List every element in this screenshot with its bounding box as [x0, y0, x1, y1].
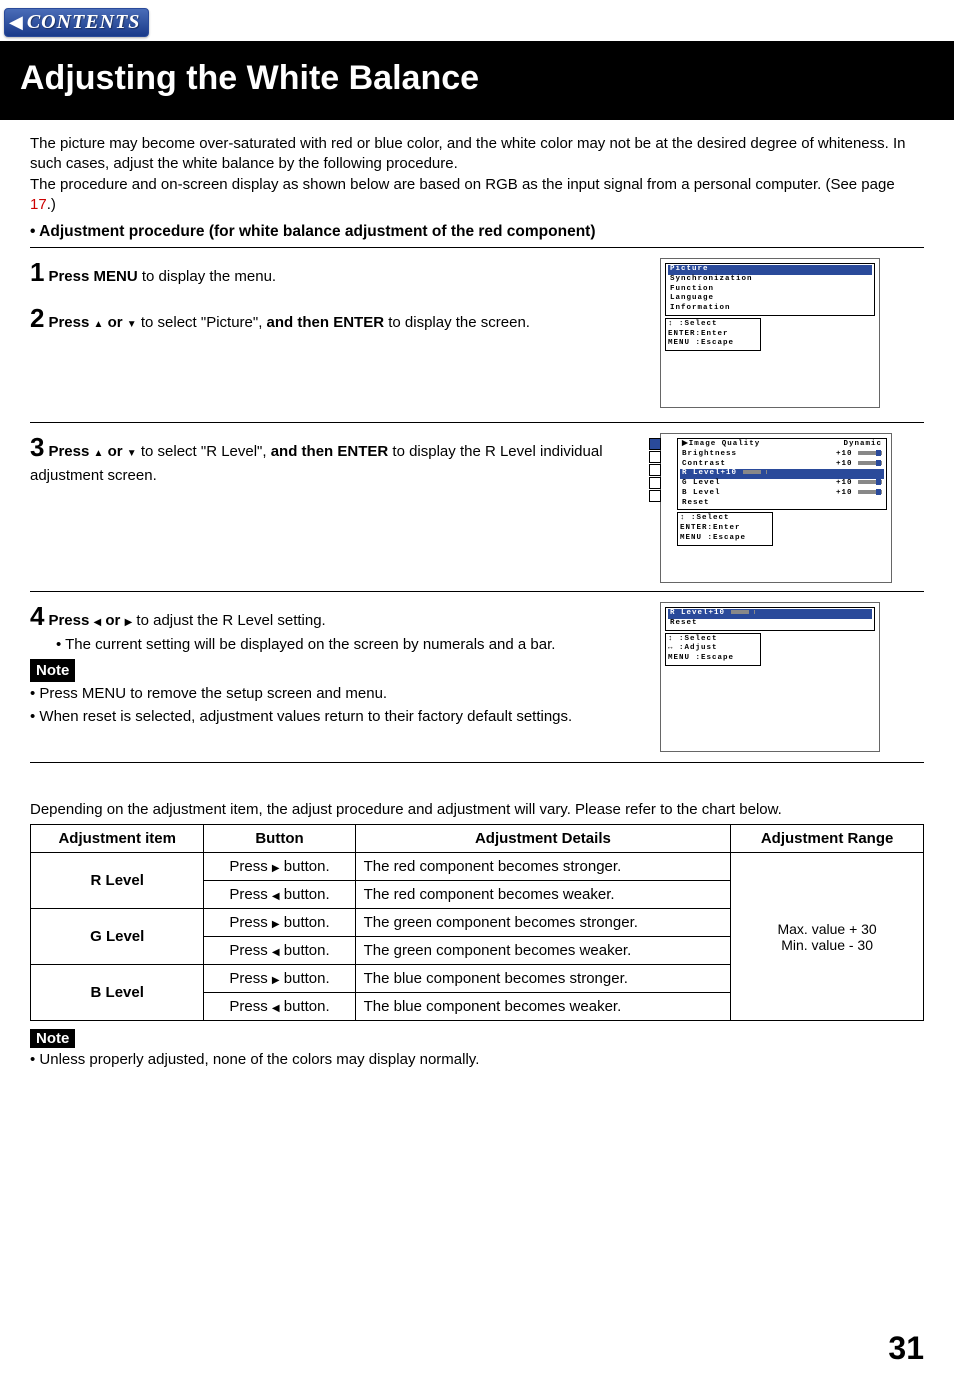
- step-4: 4Press or to adjust the R Level setting.: [30, 598, 630, 634]
- range-cell: Max. value + 30Min. value - 30: [731, 853, 924, 1021]
- contents-button[interactable]: ◀ CONTENTS: [4, 8, 149, 37]
- note-label: Note: [30, 659, 75, 682]
- step-1: 1Press MENU to display the menu.: [30, 254, 630, 290]
- down-triangle-icon: [127, 443, 137, 460]
- left-triangle-icon: [272, 886, 280, 903]
- procedure-heading: • Adjustment procedure (for white balanc…: [30, 223, 924, 241]
- left-triangle-icon: [272, 998, 280, 1015]
- note-2: • Unless properly adjusted, none of the …: [30, 1050, 924, 1070]
- up-triangle-icon: [94, 443, 104, 460]
- right-triangle-icon: [272, 970, 280, 987]
- page-ref-link[interactable]: 17: [30, 196, 47, 213]
- step-3: 3Press or to select "R Level", and then …: [30, 429, 630, 486]
- table-row: R Level Press button. The red component …: [31, 853, 924, 881]
- right-triangle-icon: [272, 858, 280, 875]
- left-triangle-icon: [272, 942, 280, 959]
- osd-screenshot-picture: ▶Image QualityDynamic Brightness+10 Cont…: [660, 433, 892, 583]
- step-2: 2Press or to select "Picture", and then …: [30, 300, 630, 336]
- step-block-4: 4Press or to adjust the R Level setting.…: [30, 591, 924, 760]
- osd-screenshot-rlevel: R Level+10 Reset ↕ :Select ↔ :Adjust MEN…: [660, 602, 880, 752]
- osd-screenshot-menu: Picture Synchronization Function Languag…: [660, 258, 880, 408]
- down-triangle-icon: [127, 314, 137, 331]
- intro-text: The picture may become over-saturated wi…: [30, 134, 924, 215]
- back-triangle-icon: ◀: [9, 12, 23, 33]
- table-intro: Depending on the adjustment item, the ad…: [30, 801, 924, 818]
- note-label: Note: [30, 1029, 75, 1048]
- step-block-1-2: 1Press MENU to display the menu. 2Press …: [30, 247, 924, 422]
- step-block-3: 3Press or to select "R Level", and then …: [30, 422, 924, 591]
- right-triangle-icon: [272, 914, 280, 931]
- contents-label: CONTENTS: [27, 11, 141, 34]
- title-bar: Adjusting the White Balance: [0, 41, 954, 120]
- page-title: Adjusting the White Balance: [20, 59, 934, 98]
- adjustment-table: Adjustment item Button Adjustment Detail…: [30, 824, 924, 1021]
- up-triangle-icon: [94, 314, 104, 331]
- page-number: 31: [30, 1330, 924, 1367]
